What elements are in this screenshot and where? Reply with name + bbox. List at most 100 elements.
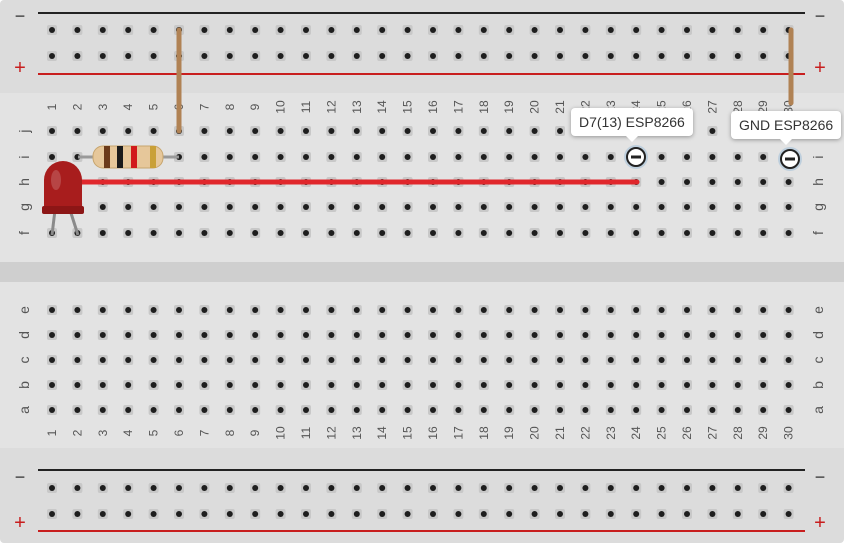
terminal-hole bbox=[226, 307, 233, 313]
column-number: 15 bbox=[401, 100, 415, 114]
terminal-hole bbox=[99, 128, 106, 134]
bottom-rail-hole bbox=[709, 485, 716, 491]
terminal-hole bbox=[709, 332, 716, 338]
row-letter: c bbox=[16, 357, 32, 364]
row-letter: e bbox=[810, 306, 826, 314]
bottom-rail-hole bbox=[684, 485, 690, 491]
terminal-hole bbox=[328, 154, 335, 160]
terminal-hole bbox=[303, 128, 309, 134]
terminal-hole bbox=[658, 154, 665, 160]
terminal-hole bbox=[506, 154, 513, 160]
bottom-rail-hole bbox=[506, 511, 513, 517]
bottom-rail-hole bbox=[277, 485, 284, 491]
terminal-hole bbox=[480, 204, 487, 210]
terminal-hole bbox=[531, 357, 538, 363]
column-number: 10 bbox=[274, 100, 288, 114]
terminal-hole bbox=[785, 179, 792, 185]
terminal-hole bbox=[125, 230, 132, 236]
column-number: 29 bbox=[756, 426, 770, 440]
terminal-hole bbox=[430, 332, 436, 338]
terminal-hole bbox=[658, 179, 665, 185]
terminal-hole bbox=[430, 204, 436, 210]
bottom-rail-hole bbox=[658, 485, 665, 491]
terminal-hole bbox=[201, 382, 208, 388]
bottom-rail-hole bbox=[430, 511, 436, 517]
pin-label-d7: D7(13) ESP8266 bbox=[571, 108, 693, 142]
terminal-hole bbox=[734, 307, 741, 313]
top-rail-hole bbox=[455, 27, 462, 33]
terminal-hole bbox=[277, 307, 284, 313]
column-number: 15 bbox=[401, 426, 415, 440]
terminal-hole bbox=[252, 230, 259, 236]
terminal-hole bbox=[125, 357, 132, 363]
top-rail-hole bbox=[303, 53, 309, 59]
bottom-rail-hole bbox=[328, 511, 335, 517]
terminal-hole bbox=[353, 332, 360, 338]
terminal-hole bbox=[455, 382, 462, 388]
bottom-rail-hole bbox=[303, 511, 309, 517]
bottom-rail-hole bbox=[404, 511, 411, 517]
bottom-rail-hole bbox=[430, 485, 436, 491]
terminal-hole bbox=[150, 382, 157, 388]
terminal-hole bbox=[455, 230, 462, 236]
breadboard: −−++−−++11223344556677889910101111121213… bbox=[0, 0, 844, 543]
column-number: 30 bbox=[782, 426, 796, 440]
top-rail-hole bbox=[734, 27, 741, 33]
terminal-hole bbox=[607, 407, 614, 413]
terminal-hole bbox=[582, 307, 589, 313]
resistor-band bbox=[117, 146, 123, 168]
column-number: 12 bbox=[324, 100, 338, 114]
row-letter: j bbox=[16, 129, 32, 133]
terminal-hole bbox=[455, 332, 462, 338]
terminal-hole bbox=[684, 332, 690, 338]
rail-minus-label: − bbox=[815, 467, 826, 487]
bottom-rail-hole bbox=[226, 485, 233, 491]
terminal-hole bbox=[74, 407, 81, 413]
terminal-hole bbox=[99, 332, 106, 338]
terminal-hole bbox=[99, 307, 106, 313]
column-number: 9 bbox=[248, 429, 262, 436]
terminal-hole bbox=[455, 307, 462, 313]
terminal-hole bbox=[506, 307, 513, 313]
bottom-rail-hole bbox=[633, 511, 640, 517]
bottom-rail-hole bbox=[582, 485, 589, 491]
terminal-hole bbox=[176, 204, 182, 210]
bottom-rail-hole bbox=[353, 511, 360, 517]
terminal-hole bbox=[201, 128, 208, 134]
terminal-hole bbox=[49, 307, 55, 313]
top-rail-hole bbox=[480, 27, 487, 33]
terminal-hole bbox=[176, 332, 182, 338]
top-rail-hole bbox=[125, 27, 132, 33]
terminal-hole bbox=[607, 332, 614, 338]
terminal-hole bbox=[709, 407, 716, 413]
rail-plus-label: + bbox=[814, 57, 826, 79]
top-rail-hole bbox=[201, 27, 208, 33]
terminal-hole bbox=[430, 128, 436, 134]
bottom-rail-hole bbox=[734, 511, 741, 517]
top-rail-hole bbox=[480, 53, 487, 59]
column-number: 17 bbox=[451, 426, 465, 440]
breadboard-svg: −−++−−++11223344556677889910101111121213… bbox=[0, 0, 844, 543]
terminal-hole bbox=[353, 357, 360, 363]
rail-minus-label: − bbox=[15, 467, 26, 487]
bottom-rail-hole bbox=[557, 511, 563, 517]
terminal-hole bbox=[252, 357, 259, 363]
terminal-hole bbox=[582, 204, 589, 210]
terminal-hole bbox=[684, 230, 690, 236]
terminal-hole bbox=[277, 407, 284, 413]
terminal-hole bbox=[582, 357, 589, 363]
terminal-hole bbox=[404, 357, 411, 363]
terminal-hole bbox=[709, 307, 716, 313]
bottom-rail-hole bbox=[506, 485, 513, 491]
terminal-hole bbox=[531, 128, 538, 134]
terminal-hole bbox=[49, 128, 55, 134]
terminal-hole bbox=[303, 407, 309, 413]
terminal-hole bbox=[125, 382, 132, 388]
terminal-hole bbox=[531, 332, 538, 338]
terminal-hole bbox=[557, 204, 563, 210]
bottom-rail-hole bbox=[455, 511, 462, 517]
terminal-hole bbox=[734, 204, 741, 210]
column-number: 4 bbox=[121, 103, 135, 110]
terminal-hole bbox=[455, 407, 462, 413]
terminal-hole bbox=[607, 204, 614, 210]
